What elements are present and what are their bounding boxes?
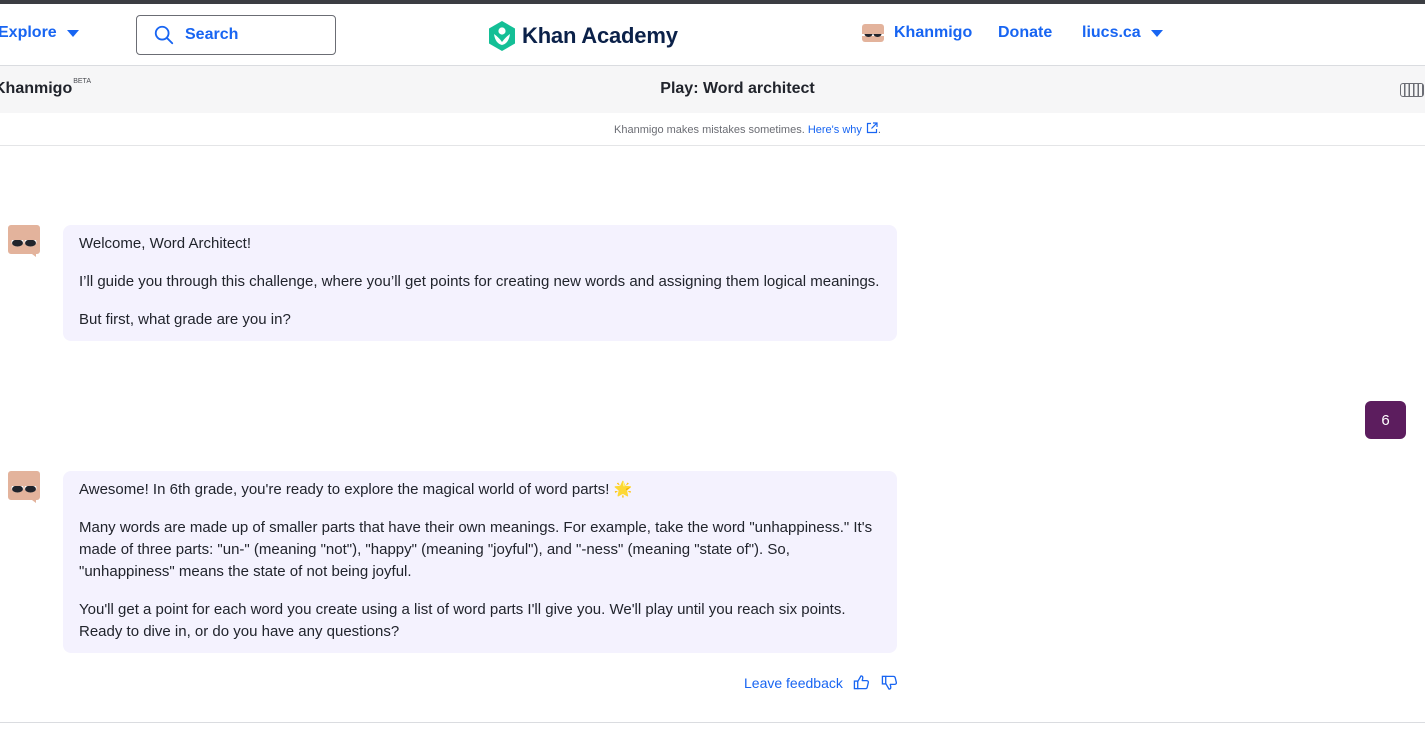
feedback-row: Leave feedback bbox=[744, 674, 898, 691]
panel-toggle-icon[interactable] bbox=[1400, 83, 1424, 97]
message-paragraph: Awesome! In 6th grade, you're ready to e… bbox=[79, 481, 633, 498]
external-link-icon bbox=[866, 122, 878, 134]
khanmigo-nav-label: Khanmigo bbox=[894, 24, 973, 41]
explore-label: Explore bbox=[0, 24, 57, 41]
chevron-down-icon bbox=[1150, 29, 1163, 37]
search-button[interactable]: Search bbox=[136, 15, 336, 55]
composer-divider bbox=[0, 722, 1425, 723]
message-paragraph: Welcome, Word Architect! bbox=[79, 235, 252, 252]
khanmigo-avatar-icon bbox=[862, 24, 884, 42]
page-title: Play: Word architect bbox=[660, 80, 815, 97]
message-paragraph: I’ll guide you through this challenge, w… bbox=[79, 273, 880, 290]
donate-link[interactable]: Donate bbox=[998, 24, 1052, 42]
disclaimer-text: Khanmigo makes mistakes sometimes. bbox=[614, 124, 805, 136]
heres-why-link[interactable]: Here's why bbox=[807, 122, 878, 136]
message-paragraph: But first, what grade are you in? bbox=[79, 311, 291, 328]
site-header: Explore Search Khan Academy Khanmigo Don… bbox=[0, 4, 1425, 66]
assistant-message: Awesome! In 6th grade, you're ready to e… bbox=[63, 471, 897, 653]
logo-text: Khan Academy bbox=[522, 23, 678, 48]
khan-academy-logo[interactable]: Khan Academy bbox=[487, 20, 678, 52]
thumbs-up-icon[interactable] bbox=[853, 674, 870, 691]
khanmigo-avatar-icon bbox=[8, 471, 40, 503]
khanmigo-nav-link[interactable]: Khanmigo bbox=[862, 24, 972, 42]
message-paragraph: You'll get a point for each word you cre… bbox=[79, 601, 846, 640]
message-paragraph: Many words are made up of smaller parts … bbox=[79, 519, 873, 580]
heres-why-label: Here's why bbox=[807, 124, 862, 136]
user-message: 6 bbox=[1365, 401, 1406, 439]
thumbs-down-icon[interactable] bbox=[881, 674, 898, 691]
disclaimer-bar: Khanmigo makes mistakes sometimes. Here'… bbox=[0, 113, 1425, 146]
search-label: Search bbox=[185, 26, 239, 43]
khan-academy-logo-icon bbox=[489, 21, 515, 51]
explore-menu-button[interactable]: Explore bbox=[0, 24, 79, 42]
donate-label: Donate bbox=[998, 24, 1053, 41]
search-icon bbox=[154, 25, 174, 45]
user-label: liucs.ca bbox=[1082, 24, 1141, 41]
assistant-message: Welcome, Word Architect! I’ll guide you … bbox=[63, 225, 897, 341]
khanmigo-subheader: KhanmigoBETA Play: Word architect bbox=[0, 66, 1425, 113]
leave-feedback-link[interactable]: Leave feedback bbox=[744, 675, 843, 691]
disclaimer-suffix: . bbox=[877, 124, 881, 136]
khanmigo-avatar-icon bbox=[8, 225, 40, 257]
disclaimer: Khanmigo makes mistakes sometimes. Here'… bbox=[0, 122, 1425, 136]
user-menu-button[interactable]: liucs.ca bbox=[1082, 24, 1163, 42]
chevron-down-icon bbox=[66, 29, 79, 37]
